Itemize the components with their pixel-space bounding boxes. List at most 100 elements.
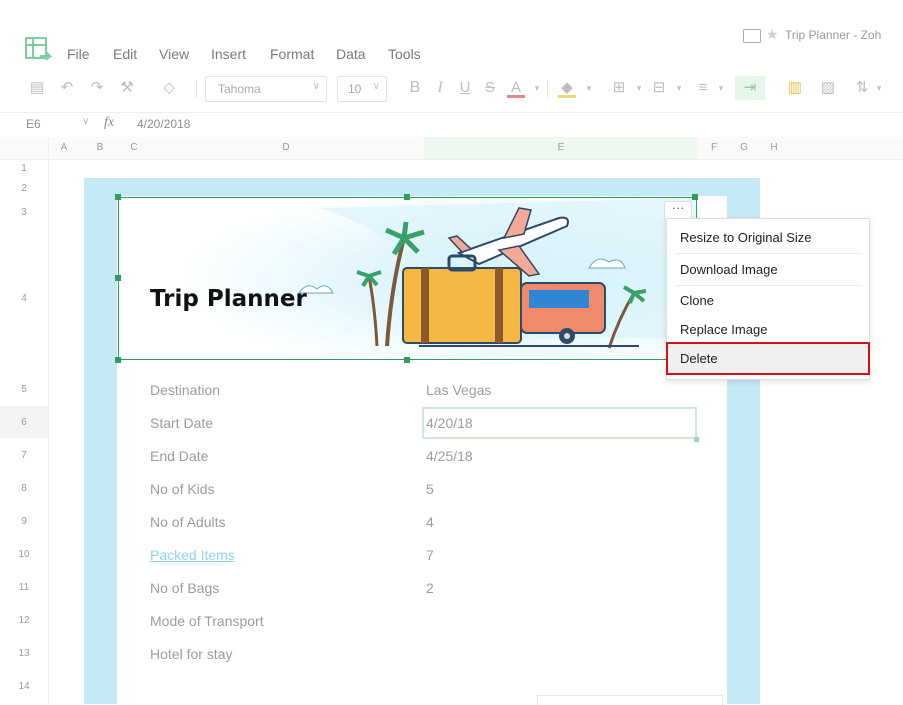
chevron-down-icon[interactable]: ∨ (82, 116, 89, 127)
chevron-down-icon[interactable]: ▾ (528, 79, 546, 97)
resize-handle-bc[interactable] (404, 357, 410, 363)
chevron-down-icon[interactable]: ▾ (630, 79, 648, 97)
sheet-logo-icon[interactable] (24, 36, 53, 64)
redo-icon[interactable]: ↷ (88, 79, 106, 97)
image-icon[interactable]: ▨ (819, 79, 837, 97)
row-header-2[interactable]: 2 (0, 183, 48, 194)
document-title: Trip Planner - Zoh (785, 28, 882, 42)
column-header-c[interactable]: C (118, 138, 150, 158)
resize-handle-ml[interactable] (115, 275, 121, 281)
star-icon[interactable]: ★ (766, 26, 779, 43)
chevron-down-icon[interactable]: ▾ (670, 79, 688, 97)
cell-reference[interactable]: E6 (26, 117, 41, 131)
row-header-12[interactable]: 12 (0, 615, 48, 626)
font-size-value: 10 (348, 82, 362, 96)
row-header-8[interactable]: 8 (0, 483, 48, 494)
menu-item-download-image[interactable]: Download Image (680, 262, 778, 277)
column-header-a[interactable]: A (48, 138, 80, 158)
link-packed-items[interactable]: Packed Items (150, 547, 235, 563)
menu-item-resize-original[interactable]: Resize to Original Size (680, 230, 812, 245)
banner-image[interactable]: Trip Planner (118, 197, 697, 360)
row-header-4[interactable]: 4 (0, 293, 48, 304)
formula-input[interactable]: 4/20/2018 (137, 117, 190, 131)
undo-icon[interactable]: ↶ (58, 79, 76, 97)
label-end-date: End Date (150, 448, 209, 464)
borders-icon[interactable]: ⊞ (610, 79, 628, 97)
column-header-g[interactable]: G (730, 138, 758, 158)
column-header-b[interactable]: B (80, 138, 120, 158)
value-no-of-bags[interactable]: 2 (426, 580, 434, 596)
fx-icon: fx (104, 115, 115, 130)
bold-button[interactable]: B (406, 79, 424, 97)
menu-item-replace-image[interactable]: Replace Image (680, 322, 767, 337)
value-destination[interactable]: Las Vegas (426, 382, 491, 398)
column-header-h[interactable]: H (760, 138, 788, 158)
value-no-of-kids[interactable]: 5 (426, 481, 434, 497)
strikethrough-button[interactable]: S (481, 79, 499, 97)
align-icon[interactable]: ≡ (694, 79, 712, 97)
menu-view[interactable]: View (159, 46, 189, 62)
chevron-down-icon: ∨ (312, 81, 320, 92)
font-color-button[interactable]: A (507, 79, 525, 98)
font-size-select[interactable]: 10 ∨ (337, 76, 387, 102)
menu-divider (676, 253, 862, 254)
formula-bar (0, 112, 903, 138)
resize-handle-tr[interactable] (692, 194, 698, 200)
banner-title: Trip Planner (150, 286, 307, 312)
row-header-11[interactable]: 11 (0, 582, 48, 593)
select-all-corner[interactable] (0, 137, 49, 159)
resize-handle-bl[interactable] (115, 357, 121, 363)
row-header-6[interactable]: 6 (0, 417, 48, 428)
menu-item-delete[interactable]: Delete (680, 351, 718, 366)
underline-button[interactable]: U (456, 79, 474, 97)
folder-icon[interactable] (743, 29, 761, 43)
font-name-value: Tahoma (218, 82, 261, 96)
label-destination: Destination (150, 382, 221, 398)
chart-icon[interactable]: ▥ (786, 79, 804, 97)
chevron-down-icon[interactable]: ▾ (870, 79, 888, 97)
menu-format[interactable]: Format (270, 46, 314, 62)
column-header-d[interactable]: D (150, 138, 422, 158)
sort-icon[interactable]: ⇅ (853, 79, 871, 97)
column-header-e[interactable]: E (424, 138, 698, 158)
italic-button[interactable]: I (431, 79, 449, 97)
row-header-5[interactable]: 5 (0, 384, 48, 395)
clear-format-icon[interactable]: ◇ (160, 79, 178, 97)
value-packed-items[interactable]: 7 (426, 547, 434, 563)
row-header-1[interactable]: 1 (0, 163, 48, 174)
menu-data[interactable]: Data (336, 46, 366, 62)
fill-handle[interactable] (694, 437, 699, 442)
font-name-select[interactable]: Tahoma ∨ (205, 76, 327, 102)
row-header-10[interactable]: 10 (0, 549, 48, 560)
paint-format-icon[interactable]: ⚒ (118, 79, 136, 97)
value-end-date[interactable]: 4/25/18 (426, 448, 473, 464)
column-header-f[interactable]: F (700, 138, 728, 158)
row-header-7[interactable]: 7 (0, 450, 48, 461)
menu-divider (676, 285, 862, 286)
label-no-of-kids: No of Kids (150, 481, 215, 497)
travel-illustration (119, 198, 696, 359)
label-no-of-bags: No of Bags (150, 580, 220, 596)
label-start-date: Start Date (150, 415, 214, 431)
menu-tools[interactable]: Tools (388, 46, 421, 62)
resize-handle-tc[interactable] (404, 194, 410, 200)
chevron-down-icon[interactable]: ▾ (712, 79, 730, 97)
row-header-9[interactable]: 9 (0, 516, 48, 527)
label-mode-of-transport: Mode of Transport (150, 613, 264, 629)
resize-handle-tl[interactable] (115, 194, 121, 200)
menu-item-clone[interactable]: Clone (680, 293, 714, 308)
wrap-text-icon[interactable]: ⇥ (735, 76, 765, 100)
value-start-date[interactable]: 4/20/18 (426, 415, 473, 431)
print-icon[interactable]: ▤ (28, 79, 46, 97)
merge-cells-icon[interactable]: ⊟ (650, 79, 668, 97)
row-header-3[interactable]: 3 (0, 207, 48, 218)
menu-file[interactable]: File (67, 46, 90, 62)
value-no-of-adults[interactable]: 4 (426, 514, 434, 530)
menu-edit[interactable]: Edit (113, 46, 137, 62)
chevron-down-icon[interactable]: ▾ (580, 79, 598, 97)
label-hotel-for-stay: Hotel for stay (150, 646, 233, 662)
menu-insert[interactable]: Insert (211, 46, 246, 62)
fill-color-icon[interactable]: ◆ (558, 79, 576, 98)
row-header-14[interactable]: 14 (0, 681, 48, 692)
row-header-13[interactable]: 13 (0, 648, 48, 659)
